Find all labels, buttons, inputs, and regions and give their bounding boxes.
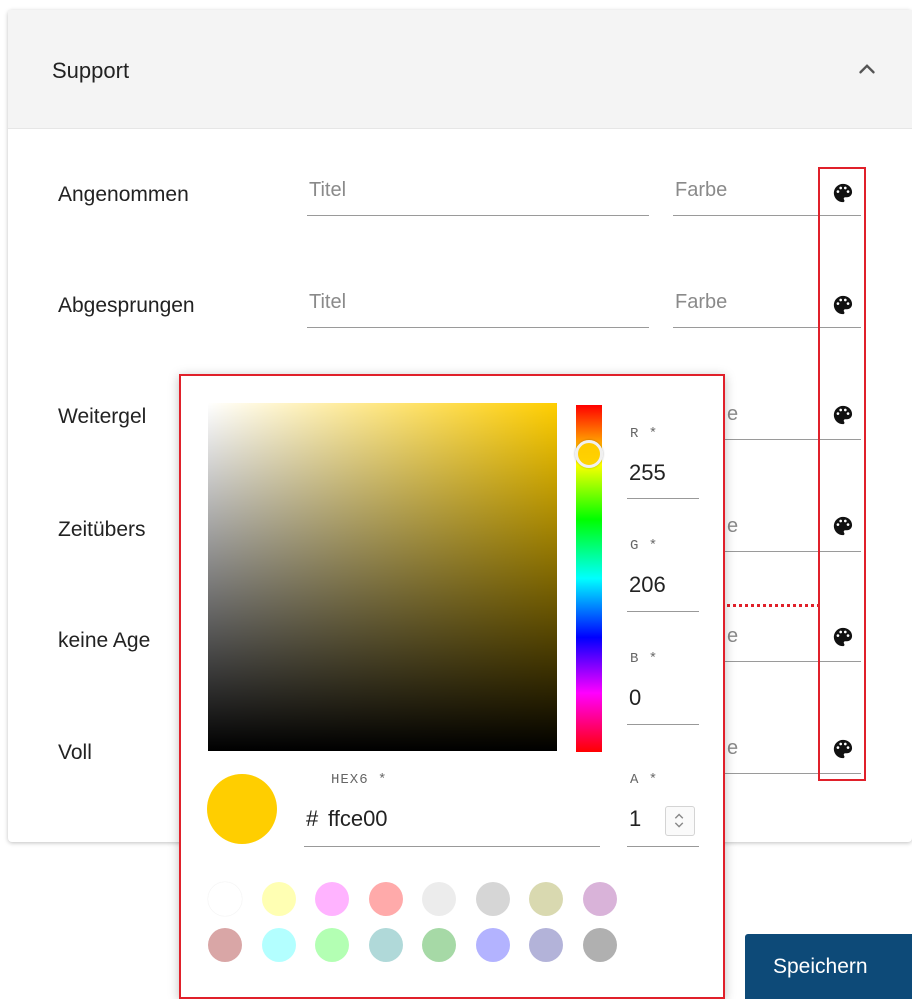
preset-swatch[interactable] — [475, 882, 510, 916]
alpha-input-underline — [627, 846, 699, 847]
green-label: G * — [630, 538, 659, 554]
preset-swatch[interactable] — [208, 882, 242, 916]
blue-input-underline — [627, 724, 699, 725]
blue-label: B * — [630, 651, 659, 667]
preset-swatch[interactable] — [422, 882, 456, 916]
title-placeholder: Titel — [309, 291, 347, 313]
preset-swatch[interactable] — [261, 882, 296, 916]
row-label-keine-agenten: keine Age — [58, 629, 151, 652]
alpha-stepper[interactable] — [665, 806, 695, 836]
red-label: R * — [630, 426, 659, 442]
color-preview-swatch — [207, 774, 277, 844]
color-placeholder: e — [727, 515, 739, 537]
color-placeholder: e — [727, 403, 739, 425]
blue-input[interactable]: 0 — [629, 685, 641, 711]
hex-label: HEX6 * — [331, 772, 388, 788]
row-label-abgesprungen: Abgesprungen — [58, 294, 195, 317]
panel-title: Support — [52, 58, 130, 83]
hex-prefix: # — [306, 806, 319, 831]
preset-swatch[interactable] — [475, 928, 510, 962]
preset-swatch[interactable] — [422, 928, 456, 962]
alpha-label: A * — [630, 772, 659, 788]
green-input-underline — [627, 611, 699, 612]
preset-swatch[interactable] — [582, 928, 617, 962]
preset-swatch[interactable] — [368, 928, 403, 962]
chevron-up-icon[interactable] — [854, 56, 880, 82]
color-placeholder: e — [727, 625, 739, 647]
preset-swatch[interactable] — [261, 928, 296, 962]
title-placeholder: Titel — [309, 179, 347, 201]
save-button[interactable]: Speichern — [745, 934, 912, 999]
red-input-underline — [627, 498, 699, 499]
color-placeholder: Farbe — [675, 179, 728, 201]
hex-input-underline — [304, 846, 600, 847]
preset-swatch[interactable] — [368, 882, 403, 916]
preset-swatch[interactable] — [529, 928, 563, 962]
panel-header[interactable]: Support — [8, 10, 912, 129]
preset-swatch[interactable] — [208, 928, 242, 962]
title-input[interactable]: Titel — [307, 171, 649, 216]
color-placeholder: e — [727, 737, 739, 759]
hex-input[interactable]: ffce00 — [328, 806, 388, 832]
row-label-voll: Voll — [58, 741, 92, 764]
red-input[interactable]: 255 — [629, 460, 666, 486]
color-placeholder: Farbe — [675, 291, 728, 313]
preset-swatch[interactable] — [315, 882, 349, 916]
hue-slider-thumb[interactable] — [575, 440, 603, 468]
green-input[interactable]: 206 — [629, 572, 666, 598]
row-label-zeitueberschreitung: Zeitübers — [58, 518, 146, 541]
alpha-input[interactable]: 1 — [629, 806, 641, 832]
color-picker-dialog: R * 255 G * 206 B * 0 HEX6 * # ffce00 A … — [179, 374, 725, 999]
preset-swatch[interactable] — [529, 882, 563, 916]
preset-swatch[interactable] — [315, 928, 349, 962]
preset-swatch[interactable] — [582, 882, 617, 916]
row-label-angenommen: Angenommen — [58, 183, 189, 206]
title-input[interactable]: Titel — [307, 283, 649, 328]
highlight-palette-column — [818, 167, 866, 781]
row-label-weitergeleitet: Weitergel — [58, 405, 147, 428]
highlight-connector — [722, 604, 820, 607]
stepper-arrows-icon — [674, 813, 684, 828]
saturation-area[interactable] — [208, 403, 557, 751]
